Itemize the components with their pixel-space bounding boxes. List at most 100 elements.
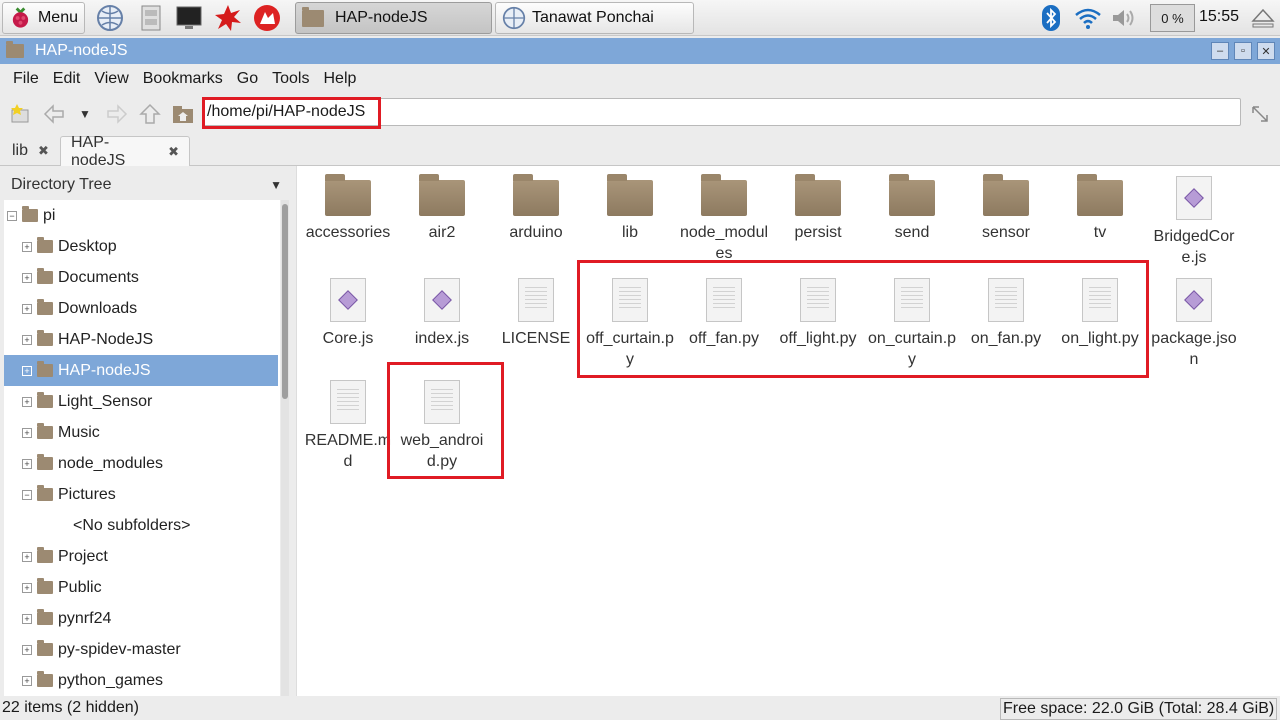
taskbar-window-filemanager[interactable]: HAP-nodeJS — [295, 2, 492, 34]
file-icon-view[interactable]: accessories air2 arduino lib node_module… — [296, 166, 1280, 696]
path-highlight-box — [202, 97, 381, 129]
menu-button[interactable]: Menu — [2, 2, 85, 34]
folder-icon — [1077, 174, 1123, 216]
taskbar-window-browser[interactable]: Tanawat Ponchai — [495, 2, 694, 34]
file-item[interactable]: accessories — [301, 166, 395, 243]
bluetooth-icon[interactable] — [1036, 3, 1066, 33]
file-item[interactable]: package.json — [1147, 268, 1241, 370]
expand-icon[interactable]: + — [22, 613, 32, 624]
file-item[interactable]: arduino — [489, 166, 583, 243]
tree-item-label: Project — [58, 547, 108, 565]
menu-file[interactable]: File — [6, 70, 46, 88]
file-item[interactable]: air2 — [395, 166, 489, 243]
close-tab-icon[interactable]: ✖ — [168, 144, 179, 160]
file-name: node_modules — [679, 224, 769, 262]
tree-item-pi[interactable]: − pi — [4, 200, 278, 231]
file-item[interactable]: sensor — [959, 166, 1053, 243]
close-button[interactable]: ✕ — [1257, 42, 1275, 60]
file-item[interactable]: LICENSE — [489, 268, 583, 349]
terminal-icon[interactable] — [174, 3, 204, 33]
tree-item-project[interactable]: + Project — [4, 541, 278, 572]
menu-go[interactable]: Go — [230, 70, 265, 88]
eject-icon[interactable] — [1248, 3, 1278, 33]
tree-item-label: HAP-NodeJS — [58, 330, 154, 348]
expand-icon[interactable]: + — [22, 365, 32, 376]
tree-item-pictures[interactable]: − Pictures — [4, 479, 278, 510]
expand-icon[interactable]: + — [22, 427, 32, 438]
expand-icon[interactable]: + — [22, 334, 32, 345]
tree-item-desktop[interactable]: + Desktop — [4, 231, 278, 262]
tree-item-label: pi — [43, 206, 56, 224]
folder-icon — [701, 174, 747, 216]
file-manager-icon[interactable] — [136, 3, 166, 33]
file-item[interactable]: persist — [771, 166, 865, 243]
expand-icon[interactable]: + — [22, 396, 32, 407]
back-icon[interactable] — [42, 102, 66, 126]
expand-icon[interactable]: + — [22, 582, 32, 593]
maximize-button[interactable]: ▫ — [1234, 42, 1252, 60]
minimize-button[interactable]: – — [1211, 42, 1229, 60]
menu-help[interactable]: Help — [316, 70, 363, 88]
expand-icon[interactable]: + — [22, 675, 32, 686]
home-icon[interactable] — [171, 102, 195, 126]
file-name: sensor — [981, 224, 1031, 241]
tree-item-py-spidev-master[interactable]: + py-spidev-master — [4, 634, 278, 665]
folder-icon — [795, 174, 841, 216]
file-item[interactable]: README.md — [301, 370, 395, 472]
expand-icon[interactable]: + — [22, 303, 32, 314]
scrollbar-thumb[interactable] — [282, 204, 288, 399]
menu-tools[interactable]: Tools — [265, 70, 316, 88]
sidebar-mode-select[interactable]: Directory Tree ▼ — [4, 170, 290, 200]
tree-item-pynrf24[interactable]: + pynrf24 — [4, 603, 278, 634]
wifi-icon[interactable] — [1073, 3, 1103, 33]
file-item[interactable]: node_modules — [677, 166, 771, 264]
tree-item-hap-nodejs[interactable]: + HAP-nodeJS — [4, 355, 278, 386]
new-window-icon[interactable] — [8, 102, 32, 126]
tree-item-music[interactable]: + Music — [4, 417, 278, 448]
tree-item-hap-nodejs-upper[interactable]: + HAP-NodeJS — [4, 324, 278, 355]
file-item[interactable]: index.js — [395, 268, 489, 349]
file-item[interactable]: lib — [583, 166, 677, 243]
math-kernel-icon[interactable] — [213, 3, 243, 33]
folder-icon — [37, 423, 53, 439]
file-item[interactable]: send — [865, 166, 959, 243]
tab-lib[interactable]: lib ✖ — [2, 136, 59, 166]
folder-icon — [37, 392, 53, 408]
expand-icon[interactable]: + — [22, 644, 32, 655]
tree-item-node-modules[interactable]: + node_modules — [4, 448, 278, 479]
tree-item-documents[interactable]: + Documents — [4, 262, 278, 293]
expand-icon[interactable]: + — [22, 458, 32, 469]
file-name: arduino — [509, 224, 563, 241]
cpu-monitor: 0 % — [1150, 4, 1195, 32]
expand-icon[interactable]: + — [22, 241, 32, 252]
tab-hap-nodejs[interactable]: HAP-nodeJS ✖ — [60, 134, 190, 169]
file-item[interactable]: tv — [1053, 166, 1147, 243]
menu-edit[interactable]: Edit — [46, 70, 88, 88]
file-name: index.js — [414, 330, 470, 347]
web-browser-icon[interactable] — [95, 3, 125, 33]
collapse-icon[interactable]: − — [7, 210, 17, 221]
tree-item-no-subfolders: <No subfolders> — [4, 510, 278, 541]
tree-scrollbar[interactable] — [281, 200, 289, 696]
forward-icon[interactable] — [105, 102, 129, 126]
tree-item-python-games[interactable]: + python_games — [4, 665, 278, 696]
history-dropdown-icon[interactable]: ▼ — [73, 102, 97, 126]
menu-view[interactable]: View — [87, 70, 135, 88]
menu-bookmarks[interactable]: Bookmarks — [136, 70, 230, 88]
expand-icon[interactable]: + — [22, 272, 32, 283]
tree-item-light-sensor[interactable]: + Light_Sensor — [4, 386, 278, 417]
volume-icon[interactable] — [1110, 3, 1140, 33]
directory-tree[interactable]: − pi + Desktop + Documents + Downloads +… — [4, 200, 280, 696]
wolfram-icon[interactable] — [252, 3, 282, 33]
expand-icon[interactable]: + — [22, 551, 32, 562]
up-icon[interactable] — [138, 102, 162, 126]
close-tab-icon[interactable]: ✖ — [38, 143, 49, 159]
tree-item-public[interactable]: + Public — [4, 572, 278, 603]
text-file-icon — [518, 278, 554, 322]
go-icon[interactable] — [1248, 102, 1272, 126]
collapse-icon[interactable]: − — [22, 489, 32, 500]
file-item[interactable]: Core.js — [301, 268, 395, 349]
tree-item-downloads[interactable]: + Downloads — [4, 293, 278, 324]
file-item[interactable]: BridgedCore.js — [1147, 166, 1241, 268]
folder-icon — [37, 299, 53, 315]
